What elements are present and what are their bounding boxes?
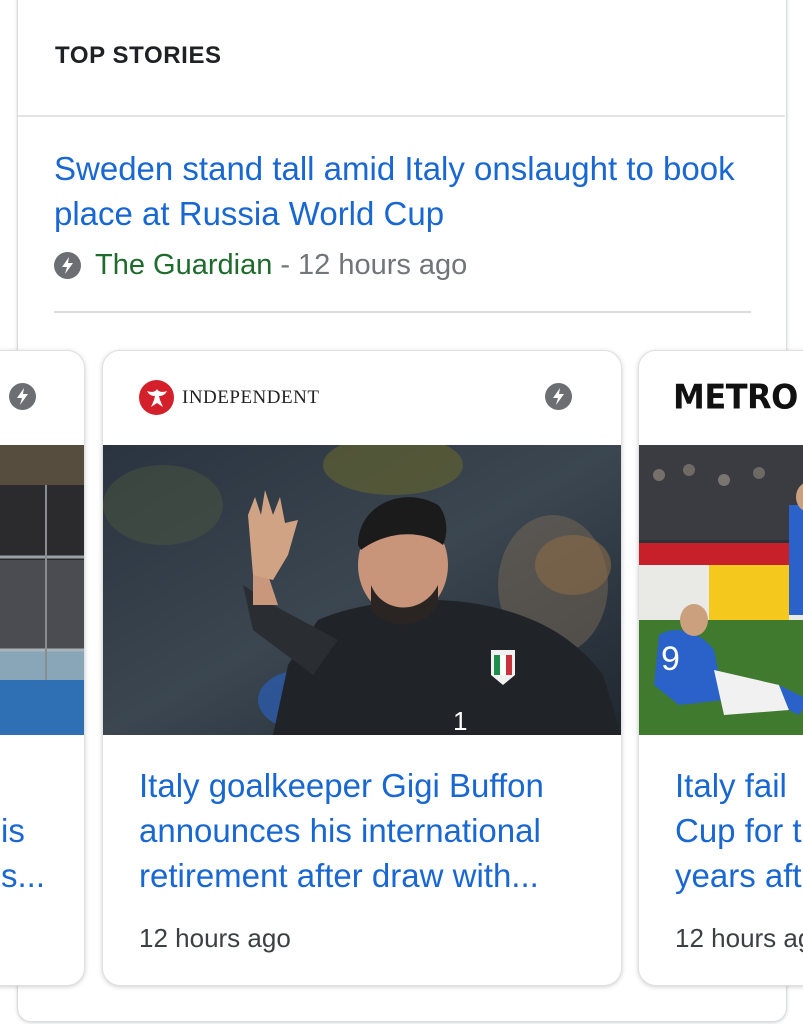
card-time: 12 hours ago <box>139 923 291 953</box>
story-time: 12 hours ago <box>298 248 468 281</box>
section-title: TOP STORIES <box>55 42 222 69</box>
eagle-logo-icon <box>139 380 174 415</box>
stadium-photo <box>0 445 84 735</box>
top-story-headline[interactable]: Sweden stand tall amid Italy onslaught t… <box>54 146 754 236</box>
svg-text:1: 1 <box>453 706 467 735</box>
story-card-left[interactable]: is s... <box>0 350 85 986</box>
card-title-line: announces his international <box>139 812 541 849</box>
header-divider <box>18 115 785 117</box>
player-sitting-on-pitch-photo: 9 <box>639 445 803 735</box>
card-title-line: retirement after draw with... <box>139 857 539 894</box>
meta-separator: - <box>280 248 290 281</box>
goalkeeper-waving-photo: 1 <box>103 435 621 736</box>
publisher-logo: INDEPENDENT <box>139 380 319 415</box>
card-time: 12 hours ag <box>675 923 803 953</box>
card-title-line: years aft <box>675 857 802 894</box>
card-title-line: s... <box>1 857 46 894</box>
amp-lightning-icon <box>9 383 36 410</box>
amp-lightning-icon <box>545 383 572 410</box>
card-title-line: Italy fail <box>675 767 787 804</box>
story-card-independent[interactable]: INDEPENDENT 1 Italy goalkeeper Gigi Buff… <box>102 350 622 986</box>
source-name: The Guardian <box>95 248 273 281</box>
publisher-name: METRO <box>673 377 798 417</box>
amp-lightning-icon <box>54 251 81 279</box>
publisher-name: INDEPENDENT <box>182 386 320 408</box>
card-title-line: Cup for t <box>675 812 802 849</box>
story-divider <box>54 311 751 313</box>
top-story-meta: The Guardian - 12 hours ago <box>54 248 467 282</box>
svg-text:9: 9 <box>661 640 680 678</box>
card-title-line: is <box>1 812 25 849</box>
story-card-metro[interactable]: METRO 9 Italy fail Cup for t years aft 1… <box>638 350 803 986</box>
card-title-line: Italy goalkeeper Gigi Buffon <box>139 767 544 804</box>
